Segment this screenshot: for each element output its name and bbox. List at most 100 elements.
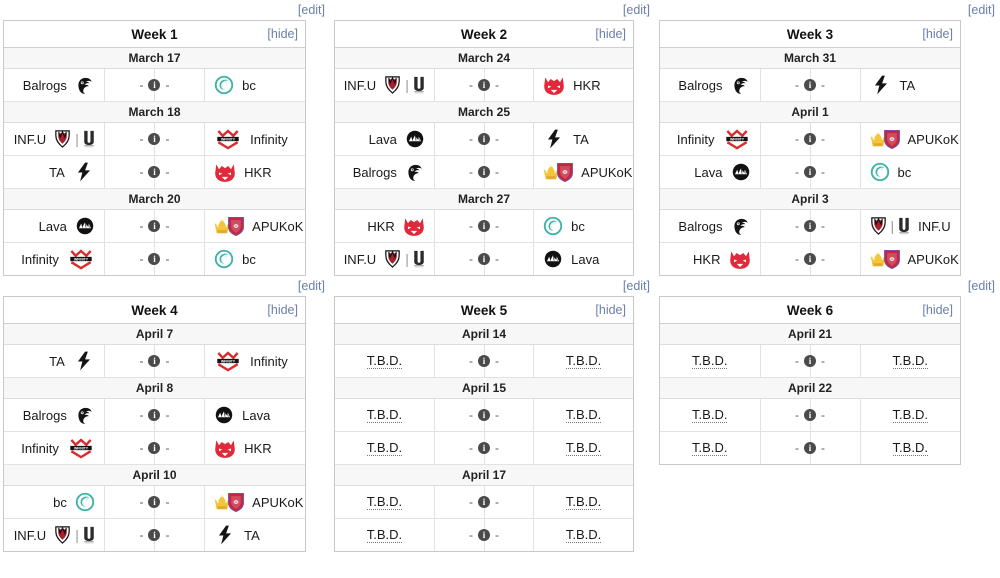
team-logo-right	[869, 74, 893, 96]
date-label: March 27	[335, 188, 633, 210]
team-cell-right: T.B.D.	[533, 398, 633, 432]
match-row: Lava -i- Ф APUKoK	[4, 209, 305, 243]
edit-link[interactable]: [edit]	[623, 3, 650, 17]
team-cell-left: Infinity INFINITY	[660, 122, 761, 156]
score-dash-left: -	[139, 495, 144, 509]
team-name-right: Lava	[571, 251, 600, 267]
match-info-icon[interactable]: i	[804, 442, 816, 454]
match-info-icon[interactable]: i	[477, 409, 490, 421]
hide-link[interactable]: [hide]	[922, 303, 953, 317]
lava-logo	[732, 163, 749, 181]
logo-separator: |	[890, 218, 895, 234]
week-title: Week 5	[460, 302, 508, 318]
score-dash-left: -	[468, 78, 473, 92]
match-info-icon[interactable]: i	[804, 79, 816, 91]
schedule-table: Week 5 [hide] April 14 T.B.D. - i - T.B.D. April…	[335, 297, 633, 551]
team-name-right: HKR	[244, 164, 272, 180]
score-cell: -i-	[104, 398, 205, 432]
match-info-icon[interactable]: i	[148, 79, 161, 91]
team-logo-right: Ф	[869, 128, 901, 150]
date-label: April 7	[4, 323, 305, 345]
hide-link[interactable]: [hide]	[267, 303, 298, 317]
balrogs-logo	[408, 164, 422, 181]
match-row: T.B.D. - i - T.B.D.	[335, 518, 633, 551]
team-cell-left: Lava	[335, 122, 435, 156]
team-cell-left: T.B.D.	[335, 344, 435, 378]
team-logo-left	[74, 491, 96, 513]
match-info-icon[interactable]: i	[804, 253, 816, 265]
match-info-icon[interactable]: i	[804, 220, 816, 232]
hide-link[interactable]: [hide]	[595, 27, 626, 41]
match-info-icon[interactable]: i	[477, 166, 490, 178]
team-logo-right	[213, 161, 237, 183]
date-row: April 21	[660, 323, 960, 345]
team-name-right: T.B.D.	[565, 440, 602, 456]
edit-link[interactable]: [edit]	[298, 3, 325, 17]
edit-row: [edit]	[330, 276, 655, 296]
match-info-icon[interactable]: i	[804, 166, 816, 178]
hide-link[interactable]: [hide]	[267, 27, 298, 41]
team-name-left: Balrogs	[22, 77, 67, 93]
match-row: HKR -i- bc	[335, 209, 633, 243]
match-info-icon[interactable]: i	[804, 133, 816, 145]
match-info-icon[interactable]: i	[148, 409, 161, 421]
match-info-icon[interactable]: i	[148, 496, 161, 508]
match-info-icon[interactable]: i	[477, 442, 490, 454]
edit-link[interactable]: [edit]	[968, 279, 995, 293]
match-info-icon[interactable]: i	[477, 253, 490, 265]
match-info-icon[interactable]: i	[477, 79, 490, 91]
match-info-icon[interactable]: i	[804, 409, 816, 421]
edit-link[interactable]: [edit]	[623, 279, 650, 293]
edit-link[interactable]: [edit]	[298, 279, 325, 293]
match-row: bc -i- Ф APUKoK	[4, 485, 305, 519]
score-dash-left: -	[139, 165, 144, 179]
team-cell-left: T.B.D.	[660, 398, 761, 432]
apukok-logo: Ф	[869, 248, 901, 270]
edit-row: [edit]	[655, 0, 1000, 20]
match-info-icon[interactable]: i	[148, 442, 161, 454]
team-cell-right: bc	[204, 68, 305, 102]
team-name-right: TA	[899, 77, 916, 93]
match-info-icon[interactable]: i	[148, 253, 161, 265]
team-name-right: T.B.D.	[892, 440, 928, 456]
match-row: TA -i- INFINITY Infinity	[4, 344, 305, 378]
week-header-row: Week 2 [hide]	[335, 21, 633, 48]
lava-logo	[544, 250, 562, 268]
score-cell: -i-	[434, 68, 534, 102]
match-info-icon[interactable]: i	[148, 220, 161, 232]
match-info-icon[interactable]: i	[477, 496, 490, 508]
hide-link[interactable]: [hide]	[922, 27, 953, 41]
team-name-right: bc	[242, 251, 256, 267]
match-info-icon[interactable]: i	[477, 133, 490, 145]
match-info-icon[interactable]: i	[477, 355, 490, 367]
match-info-icon[interactable]: i	[148, 166, 161, 178]
week-title: Week 3	[786, 26, 834, 42]
match-info-icon[interactable]: i	[477, 529, 490, 541]
score-dash-right: -	[494, 528, 499, 542]
match-info-icon[interactable]: i	[148, 355, 161, 367]
match-info-icon[interactable]: i	[148, 529, 161, 541]
score-dash-right: -	[494, 252, 499, 266]
score-cell: -i-	[434, 344, 534, 378]
date-row: March 17	[4, 47, 305, 69]
bc-logo	[214, 249, 234, 269]
date-label: April 1	[660, 101, 960, 123]
team-logo-right: INFINITY	[213, 128, 243, 150]
match-info-icon[interactable]: i	[804, 355, 816, 367]
match-info-icon[interactable]: i	[148, 133, 161, 145]
score-dash-right: -	[494, 495, 499, 509]
team-name-left: Balrogs	[678, 218, 723, 234]
edit-link[interactable]: [edit]	[968, 3, 995, 17]
match-row: T.B.D. - i - T.B.D.	[660, 344, 960, 378]
team-logo-right	[542, 248, 564, 270]
team-logo-left: |	[383, 249, 426, 269]
team-name-right: Lava	[242, 407, 271, 423]
week-block-4: [edit] Week 4 [hide] April 7 TA -i- INFINITY…	[0, 276, 330, 552]
score-cell: -i-	[104, 209, 205, 243]
hide-link[interactable]: [hide]	[595, 303, 626, 317]
team-name-right: T.B.D.	[565, 407, 602, 423]
score-cell: -i-	[104, 122, 205, 156]
logo-separator: |	[405, 77, 409, 93]
match-info-icon[interactable]: i	[477, 220, 490, 232]
score-dash-right: -	[165, 495, 170, 509]
